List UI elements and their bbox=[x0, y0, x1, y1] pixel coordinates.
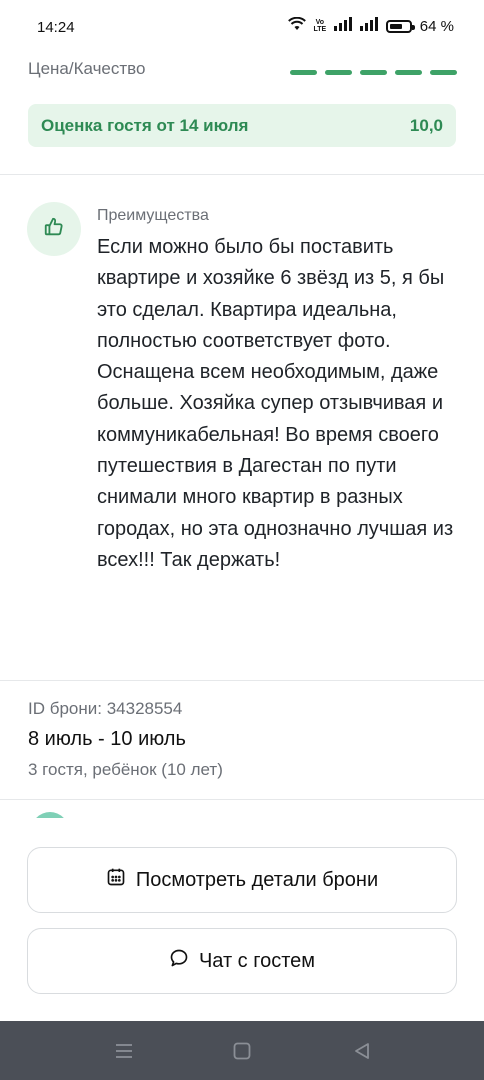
divider bbox=[0, 799, 484, 800]
calendar-icon bbox=[106, 867, 126, 893]
back-triangle-icon[interactable] bbox=[350, 1039, 374, 1063]
rating-segment bbox=[360, 70, 387, 75]
chat-with-guest-label: Чат с гостем bbox=[198, 949, 316, 972]
guest-rating-value: 10,0 bbox=[409, 115, 443, 135]
status-bar: 14:24 Vo LTE 64 % bbox=[0, 0, 484, 56]
thumbs-up-icon bbox=[43, 216, 65, 243]
advantages-text: Если можно было бы поставить квартире и … bbox=[97, 236, 454, 571]
guest-rating-box: Оценка гостя от 14 июля 10,0 bbox=[28, 104, 456, 147]
home-square-icon[interactable] bbox=[230, 1039, 254, 1063]
guest-rating-label: Оценка гостя от 14 июля bbox=[41, 115, 249, 135]
chat-bubble-icon bbox=[169, 948, 189, 974]
chat-with-guest-button[interactable]: Чат с гостем bbox=[27, 928, 457, 994]
wifi-icon bbox=[287, 16, 306, 35]
signal-icon bbox=[333, 17, 354, 35]
rating-segment bbox=[290, 70, 317, 75]
divider bbox=[0, 680, 484, 681]
booking-id: ID брони: 34328554 bbox=[28, 699, 183, 718]
battery-percent: 64 % bbox=[419, 17, 454, 35]
signal-icon-2 bbox=[359, 17, 380, 35]
system-nav-bar bbox=[0, 1021, 484, 1080]
battery-icon bbox=[385, 19, 415, 33]
rating-segment bbox=[325, 70, 352, 75]
menu-icon[interactable] bbox=[112, 1039, 136, 1063]
rating-category-label: Цена/Качество bbox=[28, 59, 146, 78]
booking-guests: 3 гостя, ребёнок (10 лет) bbox=[28, 760, 223, 779]
view-booking-details-label: Посмотреть детали брони bbox=[135, 868, 379, 891]
view-booking-details-button[interactable]: Посмотреть детали брони bbox=[27, 847, 457, 913]
rating-bar bbox=[290, 70, 457, 75]
volte-icon: Vo LTE bbox=[313, 19, 327, 33]
booking-dates: 8 июль - 10 июль bbox=[28, 728, 186, 750]
divider bbox=[0, 174, 484, 175]
status-time: 14:24 bbox=[37, 19, 75, 36]
rating-segment bbox=[395, 70, 422, 75]
advantages-heading: Преимущества bbox=[97, 207, 209, 224]
rating-segment bbox=[430, 70, 457, 75]
advantages-badge bbox=[27, 202, 81, 256]
